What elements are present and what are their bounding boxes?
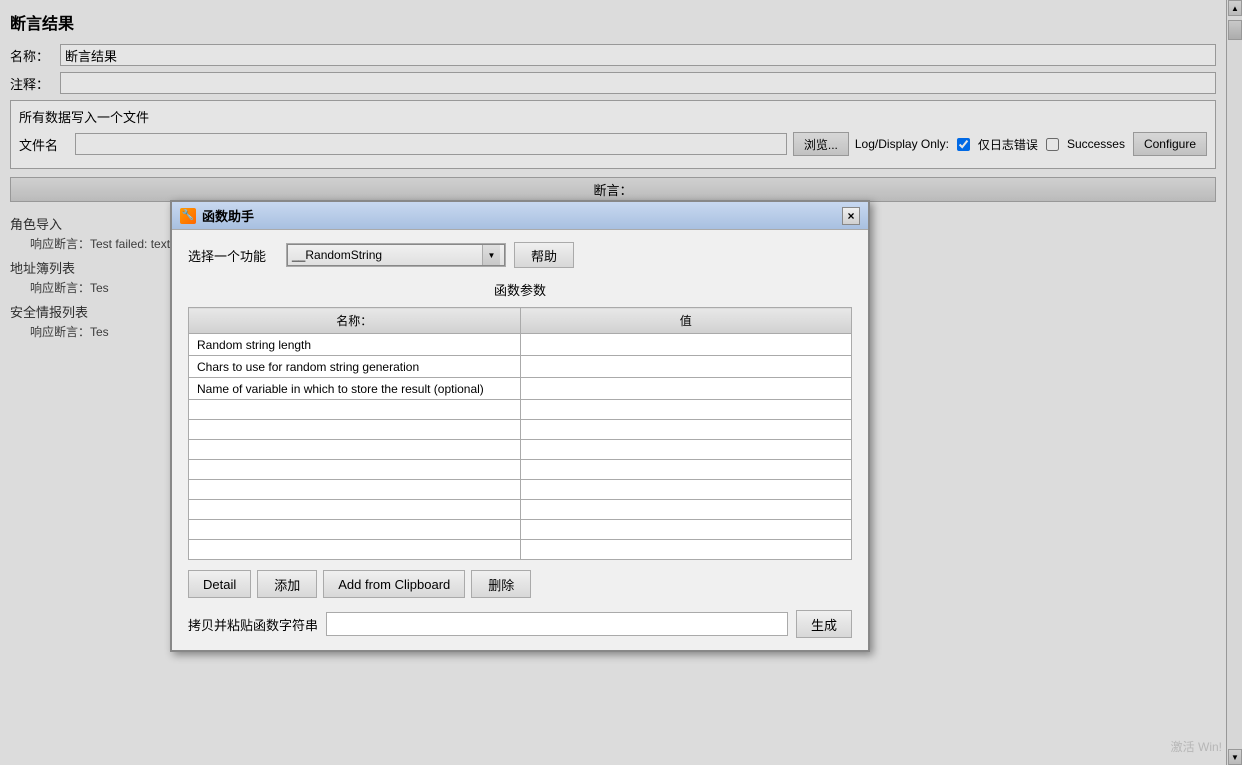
table-row	[189, 460, 852, 480]
main-panel: 断言结果 名称： 注释： 所有数据写入一个文件 文件名 浏览... Log/Di…	[0, 0, 1242, 765]
function-select-text: __RandomString	[292, 248, 482, 262]
modal-title-left: 🔧 函数助手	[180, 206, 254, 225]
table-row	[189, 540, 852, 560]
copy-row: 拷贝并粘贴函数字符串 生成	[188, 610, 852, 638]
col-name-header: 名称：	[189, 308, 521, 334]
modal-body: 选择一个功能 __RandomString ▼ 帮助 函数参数 名称： 值	[172, 230, 868, 650]
modal-titlebar: 🔧 函数助手 ×	[172, 202, 868, 230]
modal-buttons-row: Detail 添加 Add from Clipboard 删除	[188, 570, 852, 598]
param-value-input-0[interactable]	[529, 338, 844, 352]
modal-title-text: 函数助手	[202, 206, 254, 225]
params-section-title: 函数参数	[188, 280, 852, 299]
param-value-input-2[interactable]	[529, 382, 844, 396]
modal-dialog: 🔧 函数助手 × 选择一个功能 __RandomString ▼ 帮助 函数参数	[170, 200, 870, 652]
param-value-input-1[interactable]	[529, 360, 844, 374]
params-tbody: Random string length Chars to use for ra…	[189, 334, 852, 560]
function-select[interactable]: __RandomString ▼	[286, 243, 506, 267]
col-value-header: 值	[520, 308, 852, 334]
table-row: Random string length	[189, 334, 852, 356]
table-row: Chars to use for random string generatio…	[189, 356, 852, 378]
function-select-row: 选择一个功能 __RandomString ▼ 帮助	[188, 242, 852, 268]
copy-label: 拷贝并粘贴函数字符串	[188, 615, 318, 634]
generate-button[interactable]: 生成	[796, 610, 852, 638]
add-from-clipboard-button[interactable]: Add from Clipboard	[323, 570, 465, 598]
param-value-0[interactable]	[520, 334, 852, 356]
table-row: Name of variable in which to store the r…	[189, 378, 852, 400]
table-row	[189, 400, 852, 420]
dropdown-arrow-icon[interactable]: ▼	[482, 245, 500, 265]
table-row	[189, 500, 852, 520]
table-row	[189, 440, 852, 460]
param-value-1[interactable]	[520, 356, 852, 378]
param-name-0: Random string length	[189, 334, 521, 356]
function-select-label: 选择一个功能	[188, 246, 278, 265]
table-row	[189, 480, 852, 500]
param-name-2: Name of variable in which to store the r…	[189, 378, 521, 400]
delete-button[interactable]: 删除	[471, 570, 531, 598]
param-value-2[interactable]	[520, 378, 852, 400]
modal-close-button[interactable]: ×	[842, 207, 860, 225]
function-select-inner[interactable]: __RandomString ▼	[287, 244, 505, 266]
detail-button[interactable]: Detail	[188, 570, 251, 598]
table-row	[189, 420, 852, 440]
copy-input[interactable]	[326, 612, 788, 636]
modal-icon: 🔧	[180, 208, 196, 224]
params-table: 名称： 值 Random string length Chars to use …	[188, 307, 852, 560]
param-name-1: Chars to use for random string generatio…	[189, 356, 521, 378]
add-button[interactable]: 添加	[257, 570, 317, 598]
help-button[interactable]: 帮助	[514, 242, 574, 268]
table-row	[189, 520, 852, 540]
